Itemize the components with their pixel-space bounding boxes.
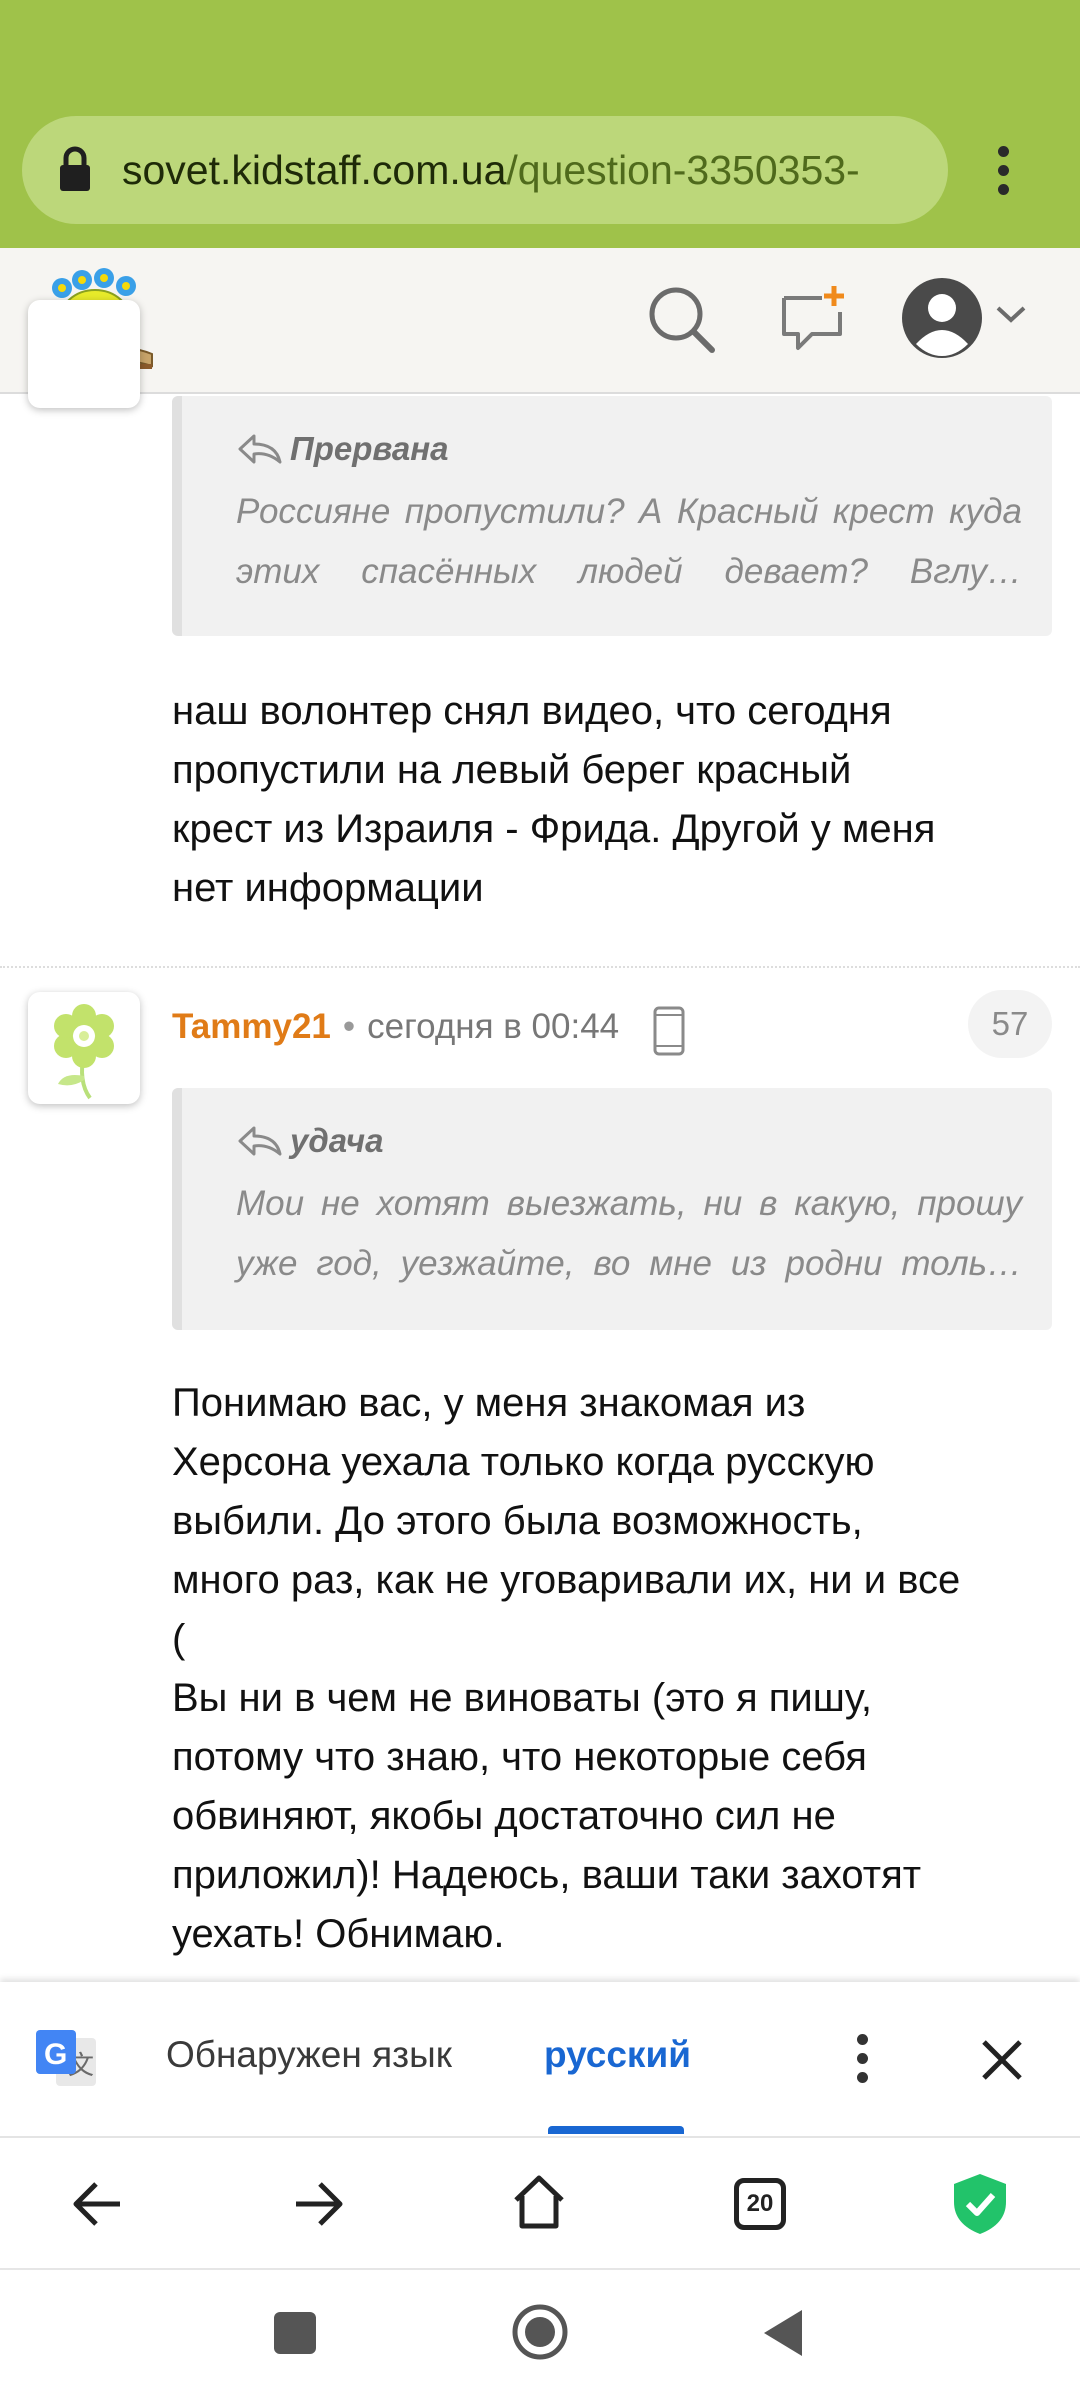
reply-arrow-icon bbox=[238, 434, 282, 464]
post-time: сегодня в 00:44 bbox=[367, 1007, 620, 1046]
mobile-device-icon bbox=[653, 1006, 685, 1056]
separator: • bbox=[342, 1007, 356, 1046]
back-triangle-icon[interactable] bbox=[762, 2308, 806, 2358]
home-icon[interactable] bbox=[512, 2174, 566, 2230]
translate-more-icon[interactable] bbox=[852, 2032, 872, 2088]
url-domain: sovet.kidstaff.com.ua bbox=[122, 147, 507, 193]
forward-arrow-icon[interactable] bbox=[292, 2180, 344, 2228]
url-text[interactable]: sovet.kidstaff.com.ua/question-3350353- bbox=[122, 140, 932, 200]
post-body: наш волонтер снял видео, что сегодня про… bbox=[172, 689, 936, 910]
post-meta: Tammy21 • сегодня в 00:44 bbox=[172, 1002, 619, 1052]
quote-author: удача bbox=[290, 1122, 384, 1159]
close-icon[interactable] bbox=[980, 2038, 1024, 2082]
quote-text: Россияне пропустили? А Красный крест куд… bbox=[236, 492, 1022, 591]
post-body: Понимаю вас, у меня знакомая из Херсона … bbox=[172, 1381, 961, 1956]
home-circle-icon[interactable] bbox=[510, 2302, 570, 2362]
reply-arrow-icon bbox=[238, 1126, 282, 1156]
quote-author: Прервана bbox=[290, 430, 449, 467]
back-arrow-icon[interactable] bbox=[72, 2180, 124, 2228]
username[interactable]: Tammy21 bbox=[172, 1007, 331, 1046]
quote-text: Мои не хотят выезжать, ни в какую, прошу… bbox=[236, 1184, 1022, 1283]
tabs-counter-icon[interactable]: 20 bbox=[734, 2178, 786, 2230]
new-message-icon[interactable] bbox=[778, 282, 850, 356]
recents-icon[interactable] bbox=[274, 2312, 316, 2354]
quoted-message[interactable]: Прервана Россияне пропустили? А Красный … bbox=[172, 396, 1052, 636]
post-divider bbox=[0, 966, 1080, 968]
google-translate-icon[interactable]: 文 G bbox=[34, 2026, 100, 2092]
avatar[interactable] bbox=[28, 992, 140, 1104]
svg-text:G: G bbox=[44, 2038, 67, 2071]
chevron-down-icon[interactable] bbox=[994, 302, 1028, 326]
translate-bar bbox=[0, 1982, 1080, 2138]
profile-avatar-icon[interactable] bbox=[900, 276, 984, 360]
quoted-message[interactable]: удача Мои не хотят выезжать, ни в какую,… bbox=[172, 1088, 1052, 1330]
search-icon[interactable] bbox=[644, 282, 718, 356]
language-tab-russian[interactable]: русский bbox=[544, 2034, 691, 2076]
kebab-menu-icon[interactable] bbox=[988, 140, 1018, 200]
detected-language-label[interactable]: Обнаружен язык bbox=[166, 2034, 452, 2076]
avatar[interactable] bbox=[28, 300, 140, 408]
flower-avatar-icon bbox=[54, 1004, 114, 1100]
url-path: /question-3350353- bbox=[506, 147, 860, 193]
shield-check-icon[interactable] bbox=[952, 2172, 1008, 2236]
post-number-badge[interactable]: 57 bbox=[968, 990, 1052, 1058]
lock-icon[interactable] bbox=[58, 145, 92, 193]
active-tab-indicator bbox=[548, 2126, 684, 2134]
